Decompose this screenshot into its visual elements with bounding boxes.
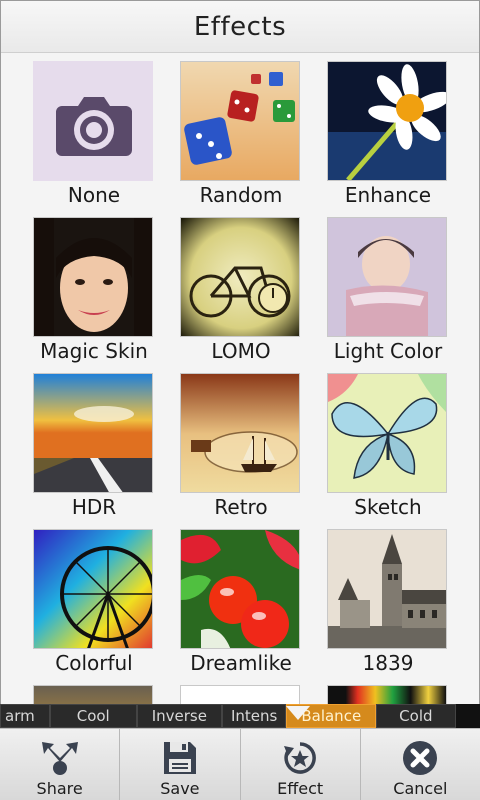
effect-label: Enhance	[344, 183, 432, 207]
dice-image	[180, 61, 300, 181]
ferris-wheel-image	[33, 529, 153, 649]
effect-label: Sketch	[354, 495, 422, 519]
daisy-image	[327, 61, 447, 181]
star-cycle-icon	[280, 736, 320, 780]
dialog-header: Effects	[1, 1, 479, 53]
girl-scarf-image	[327, 217, 447, 337]
effect-strip: arm Cool Inverse Intens Balance Cold	[0, 704, 480, 728]
portrait-image	[33, 217, 153, 337]
effect-dreamlike[interactable]: Dreamlike	[148, 521, 308, 677]
strip-item[interactable]: arm	[0, 704, 50, 728]
effect-retro[interactable]: Retro	[148, 365, 308, 521]
butterfly-image	[327, 373, 447, 493]
effect-magic-skin[interactable]: Magic Skin	[1, 209, 161, 365]
effects-grid[interactable]: None Random Enhance Magic Skin LOMO Ligh…	[1, 53, 479, 711]
bottom-toolbar: Share Save Effect Cancel	[0, 728, 480, 800]
peppers-image	[180, 529, 300, 649]
cancel-button[interactable]: Cancel	[361, 729, 480, 800]
strip-item[interactable]: Cold	[376, 704, 456, 728]
road-sunset-image	[33, 373, 153, 493]
ship-bottle-image	[180, 373, 300, 493]
effect-label: Light Color	[333, 339, 443, 363]
effect-enhance[interactable]: Enhance	[295, 53, 455, 209]
effect-sketch[interactable]: Sketch	[295, 365, 455, 521]
share-label: Share	[36, 779, 83, 798]
bicycle-image	[180, 217, 300, 337]
strip-item[interactable]: Cool	[49, 704, 137, 728]
cancel-label: Cancel	[393, 779, 448, 798]
effect-hdr[interactable]: HDR	[1, 365, 161, 521]
strip-item[interactable]: Intens	[221, 704, 287, 728]
effect-label: Effect	[277, 779, 324, 798]
floppy-disk-icon	[160, 736, 200, 780]
camera-icon	[33, 61, 153, 181]
effects-dialog: Effects None Random Enhance Magic Skin L…	[0, 0, 480, 712]
effect-button[interactable]: Effect	[241, 729, 361, 800]
effect-lomo[interactable]: LOMO	[148, 209, 308, 365]
share-button[interactable]: Share	[0, 729, 121, 800]
effect-none[interactable]: None	[1, 53, 161, 209]
save-label: Save	[160, 779, 200, 798]
effect-1839[interactable]: 1839	[295, 521, 455, 677]
effect-colorful[interactable]: Colorful	[1, 521, 161, 677]
effect-random[interactable]: Random	[148, 53, 308, 209]
popup-pointer	[286, 706, 310, 720]
strip-item[interactable]: Inverse	[136, 704, 222, 728]
castle-image	[327, 529, 447, 649]
close-icon	[400, 736, 440, 780]
share-icon	[40, 736, 80, 780]
save-button[interactable]: Save	[120, 729, 241, 800]
effect-light-color[interactable]: Light Color	[295, 209, 455, 365]
effect-label: 1839	[362, 651, 414, 675]
dialog-title: Effects	[193, 11, 287, 42]
